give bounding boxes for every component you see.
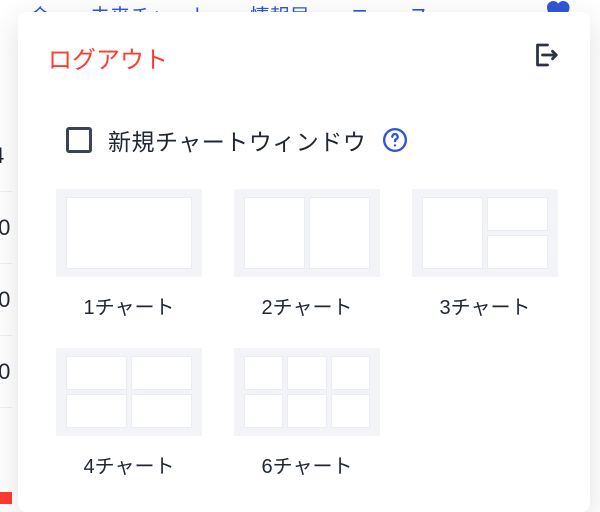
- layout-option-6-chart[interactable]: 6チャート: [232, 348, 382, 479]
- layout-option-1-chart[interactable]: 1チャート: [54, 189, 204, 320]
- new-chart-window-checkbox[interactable]: [66, 127, 92, 153]
- logout-button[interactable]: ログアウト: [48, 40, 168, 75]
- layout-label: 2チャート: [262, 291, 353, 320]
- layout-option-2-chart[interactable]: 2チャート: [232, 189, 382, 320]
- layout-label: 1チャート: [84, 291, 175, 320]
- bg-value: 4: [0, 120, 12, 192]
- bg-value: .0: [0, 192, 12, 264]
- layout-option-3-chart[interactable]: 3チャート: [410, 189, 560, 320]
- logout-icon[interactable]: [530, 40, 560, 75]
- alert-indicator-icon: [0, 492, 12, 504]
- bg-value: .0: [0, 264, 12, 336]
- new-chart-window-row: 新規チャートウィンドウ: [66, 123, 560, 157]
- panel-header: ログアウト: [48, 40, 560, 75]
- layout-options-grid: 1チャート 2チャート 3チャート 4チャート 6チャート: [54, 189, 560, 479]
- layout-thumbnail-icon: [56, 348, 202, 436]
- layout-label: 6チャート: [262, 450, 353, 479]
- layout-label: 3チャート: [440, 291, 531, 320]
- layout-thumbnail-icon: [234, 348, 380, 436]
- help-icon[interactable]: [382, 127, 408, 153]
- chart-layout-panel: ログアウト 新規チャートウィンドウ 1チャート: [18, 12, 590, 512]
- layout-label: 4チャート: [84, 450, 175, 479]
- bg-value: .0: [0, 336, 12, 408]
- layout-thumbnail-icon: [56, 189, 202, 277]
- new-chart-window-label: 新規チャートウィンドウ: [108, 123, 366, 157]
- layout-option-4-chart[interactable]: 4チャート: [54, 348, 204, 479]
- background-left-column: 4 .0 .0 .0: [0, 120, 12, 408]
- layout-thumbnail-icon: [234, 189, 380, 277]
- layout-thumbnail-icon: [412, 189, 558, 277]
